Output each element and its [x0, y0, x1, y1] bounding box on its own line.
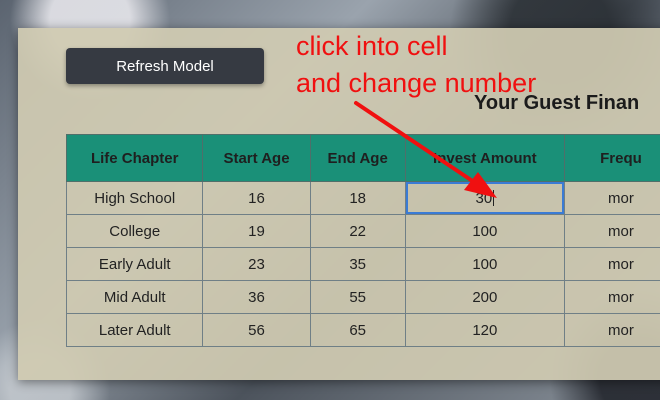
table-row: High School 16 18 30 mor — [65, 181, 660, 215]
cell-frequency[interactable]: mor — [563, 313, 660, 347]
cell-frequency[interactable]: mor — [563, 280, 660, 314]
table-row: Early Adult 23 35 100 mor — [65, 247, 660, 281]
cell-life-chapter[interactable]: Early Adult — [65, 247, 204, 281]
cell-start-age[interactable]: 16 — [202, 181, 311, 215]
cell-life-chapter[interactable]: Later Adult — [65, 313, 204, 347]
cell-end-age[interactable]: 35 — [309, 247, 406, 281]
table-row: Mid Adult 36 55 200 mor — [65, 280, 660, 314]
table-header-row: Life Chapter Start Age End Age Invest Am… — [65, 134, 660, 182]
cell-life-chapter[interactable]: High School — [65, 181, 204, 215]
cell-frequency[interactable]: mor — [563, 181, 660, 215]
cell-frequency[interactable]: mor — [563, 214, 660, 248]
annotation-line-1: click into cell — [296, 31, 448, 61]
cell-editor-input[interactable]: 30 — [406, 182, 564, 214]
column-header-invest-amount[interactable]: Invest Amount — [404, 134, 565, 182]
cell-end-age[interactable]: 65 — [309, 313, 406, 347]
cell-end-age[interactable]: 22 — [309, 214, 406, 248]
cell-frequency[interactable]: mor — [563, 247, 660, 281]
cell-invest-amount[interactable]: 100 — [404, 214, 565, 248]
column-header-start-age[interactable]: Start Age — [202, 134, 311, 182]
annotation-line-2: and change number — [296, 68, 537, 98]
cell-start-age[interactable]: 23 — [202, 247, 311, 281]
text-caret — [493, 190, 495, 206]
cell-invest-amount[interactable]: 200 — [404, 280, 565, 314]
cell-invest-amount[interactable]: 120 — [404, 313, 565, 347]
cell-invest-amount[interactable]: 100 — [404, 247, 565, 281]
column-header-end-age[interactable]: End Age — [309, 134, 406, 182]
cell-start-age[interactable]: 19 — [202, 214, 311, 248]
column-header-life-chapter[interactable]: Life Chapter — [65, 134, 204, 182]
column-header-frequency[interactable]: Frequ — [563, 134, 660, 182]
cell-life-chapter[interactable]: Mid Adult — [65, 280, 204, 314]
cell-end-age[interactable]: 55 — [309, 280, 406, 314]
cell-life-chapter[interactable]: College — [65, 214, 204, 248]
cell-invest-amount-editing[interactable]: 30 — [404, 181, 565, 215]
table-row: Later Adult 56 65 120 mor — [65, 313, 660, 347]
cell-start-age[interactable]: 56 — [202, 313, 311, 347]
instruction-annotation: click into cell and change number — [296, 28, 596, 102]
cell-editor-value: 30 — [475, 189, 493, 207]
life-chapter-table: Life Chapter Start Age End Age Invest Am… — [65, 134, 660, 347]
cell-end-age[interactable]: 18 — [309, 181, 406, 215]
cell-start-age[interactable]: 36 — [202, 280, 311, 314]
table-row: College 19 22 100 mor — [65, 214, 660, 248]
refresh-model-button[interactable]: Refresh Model — [66, 48, 264, 84]
